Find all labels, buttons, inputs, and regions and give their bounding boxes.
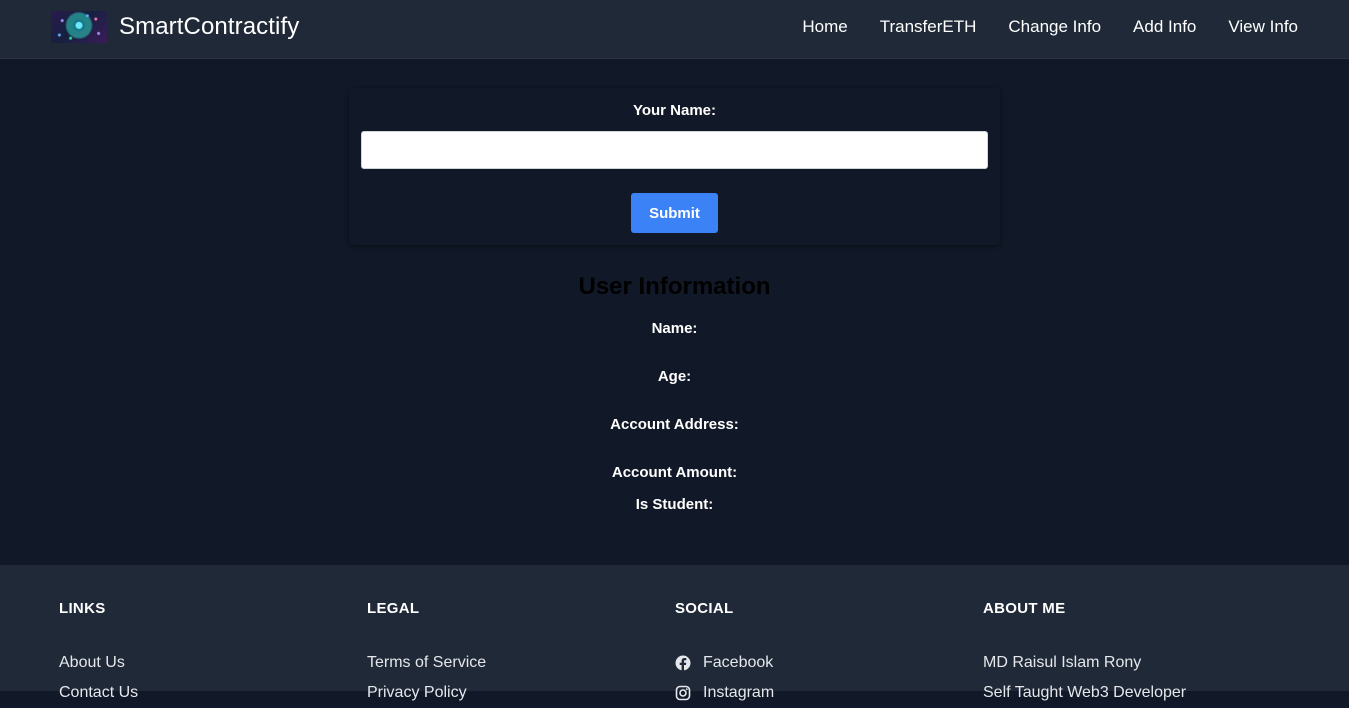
field-name: Name:	[651, 320, 698, 337]
footer-links-heading: LINKS	[59, 600, 106, 617]
nav-home[interactable]: Home	[802, 17, 847, 36]
field-account-address: Account Address:	[610, 416, 739, 433]
field-account-amount: Account Amount:	[611, 464, 738, 481]
footer-link-instagram[interactable]: Instagram	[703, 684, 774, 702]
footer-links-column: LINKS About Us Contact Us	[59, 600, 359, 708]
footer-social-heading: SOCIAL	[675, 600, 734, 617]
footer: LINKS About Us Contact Us LEGAL Terms of…	[0, 565, 1349, 701]
footer-social-column: SOCIAL Facebook Instagram	[675, 600, 975, 708]
footer-social-instagram[interactable]: Instagram	[675, 678, 975, 708]
nav-add-info[interactable]: Add Info	[1133, 17, 1196, 36]
footer-about-role: Self Taught Web3 Developer	[983, 684, 1187, 701]
brand-name: SmartContractify	[119, 13, 300, 40]
user-information: User Information	[0, 268, 1349, 306]
field-is-student: Is Student:	[635, 496, 714, 513]
field-age: Age:	[657, 368, 692, 385]
submit-button[interactable]: Submit	[631, 193, 718, 233]
footer-legal-column: LEGAL Terms of Service Privacy Policy	[367, 600, 667, 708]
name-form: Your Name: Submit	[349, 88, 1000, 245]
footer-about-heading: ABOUT ME	[983, 600, 1066, 617]
user-information-title: User Information	[578, 273, 771, 300]
footer-link-terms[interactable]: Terms of Service	[367, 654, 486, 672]
footer-link-facebook[interactable]: Facebook	[703, 654, 773, 672]
facebook-icon	[675, 655, 691, 671]
name-input[interactable]	[361, 131, 988, 169]
footer-legal-heading: LEGAL	[367, 600, 420, 617]
footer-link-privacy[interactable]: Privacy Policy	[367, 684, 467, 702]
brand-logo	[51, 11, 107, 43]
footer-link-contact-us[interactable]: Contact Us	[59, 684, 138, 702]
nav-transfer-eth[interactable]: TransferETH	[880, 17, 977, 36]
footer-link-about-us[interactable]: About Us	[59, 654, 125, 672]
navbar: SmartContractify Home TransferETH Change…	[0, 0, 1349, 59]
instagram-icon	[675, 685, 691, 701]
nav-links: Home TransferETH Change Info Add Info Vi…	[802, 17, 1298, 37]
nav-view-info[interactable]: View Info	[1228, 17, 1298, 36]
footer-social-facebook[interactable]: Facebook	[675, 648, 975, 678]
nav-change-info[interactable]: Change Info	[1008, 17, 1101, 36]
brand[interactable]: SmartContractify	[51, 11, 299, 43]
footer-about-name: MD Raisul Islam Rony	[983, 654, 1142, 671]
footer-about-column: ABOUT ME MD Raisul Islam Rony Self Taugh…	[983, 600, 1283, 708]
name-label: Your Name:	[632, 102, 717, 119]
